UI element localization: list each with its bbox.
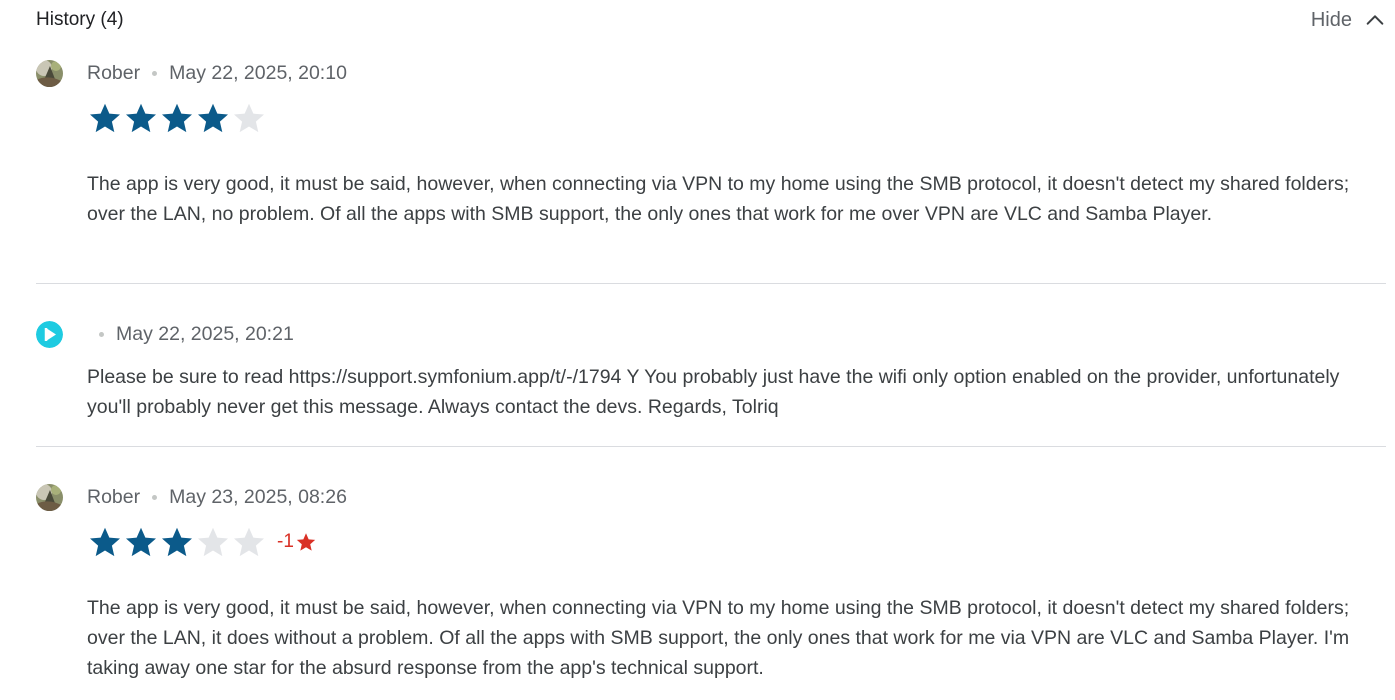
avatar [36,484,63,511]
chevron-up-icon [1366,15,1384,25]
review-date: May 23, 2025, 08:26 [169,486,347,508]
review-meta: Rober May 23, 2025, 08:26 [87,486,347,509]
star-icon [198,527,228,557]
review-entry: Rober May 22, 2025, 20:10 The app is ver… [36,60,1386,270]
rating-change-value: -1 [277,531,294,552]
reply-text: Please be sure to read https://support.s… [87,366,1340,418]
reply-meta: May 22, 2025, 20:21 [87,323,294,346]
review-text: The app is very good, it must be said, h… [87,597,1350,679]
developer-reply: May 22, 2025, 20:21 Please be sure to re… [36,321,1386,431]
rating-change: -1 [277,531,317,553]
review-meta: Rober May 22, 2025, 20:10 [87,62,347,85]
separator-dot [99,332,104,337]
history-title: History (4) [36,9,124,30]
divider [36,446,1386,447]
star-rating: -1 [87,524,317,560]
star-icon [126,103,156,133]
hide-button[interactable]: Hide [1311,6,1386,34]
author-name: Rober [87,62,141,84]
separator-dot [152,495,158,500]
red-star-icon [296,533,316,551]
avatar [36,60,63,87]
star-icon [162,527,192,557]
reply-date: May 22, 2025, 20:21 [116,323,294,345]
review-text: The app is very good, it must be said, h… [87,173,1350,225]
history-header: History (4) Hide [36,6,1386,34]
divider [36,283,1386,284]
star-icon [162,103,192,133]
review-date: May 22, 2025, 20:10 [169,62,347,84]
star-rating [87,100,267,136]
star-icon [234,527,264,557]
hide-label: Hide [1310,8,1352,31]
star-icon [234,103,264,133]
separator-dot [152,71,158,76]
star-icon [90,103,120,133]
star-icon [198,103,228,133]
author-name: Rober [87,486,141,508]
star-icon [126,527,156,557]
developer-avatar [36,321,63,348]
review-entry: Rober May 23, 2025, 08:26 -1 The app is … [36,484,1386,694]
star-icon [90,527,120,557]
